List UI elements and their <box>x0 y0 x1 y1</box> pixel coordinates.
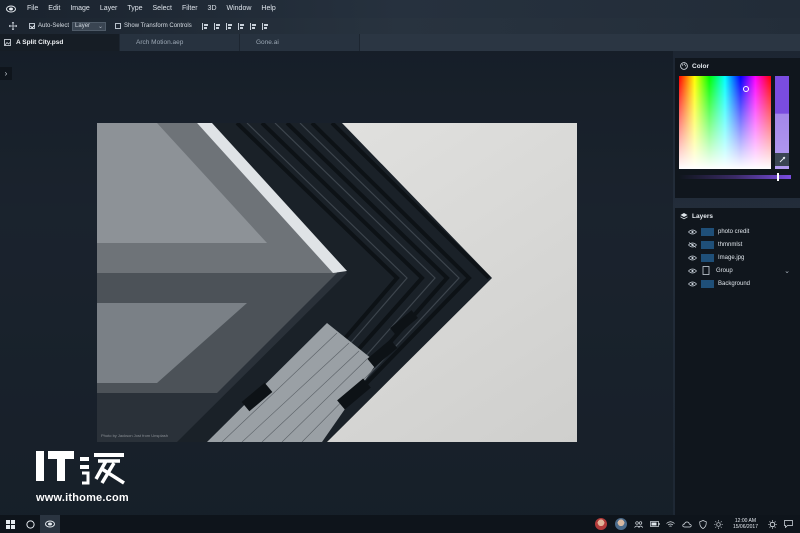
system-clock[interactable]: 12:00 AM 15/06/2017 <box>727 518 764 530</box>
clock-date: 15/06/2017 <box>732 524 758 530</box>
layer-name: thmnmlst <box>718 241 743 248</box>
document-image[interactable] <box>97 123 577 442</box>
color-slider-thumb[interactable] <box>777 173 779 181</box>
align-center-icon[interactable] <box>213 22 220 30</box>
layer-thumbnail <box>701 240 714 249</box>
layers-panel: Layers photo credit thmnmlst Image.jpg G… <box>675 208 800 515</box>
move-tool-icon[interactable] <box>9 22 17 30</box>
menu-type[interactable]: Type <box>122 0 147 18</box>
show-transform-option[interactable]: Show Transform Controls <box>115 23 192 29</box>
eye-icon[interactable] <box>687 254 697 261</box>
avatar[interactable] <box>594 518 607 530</box>
photoshop-taskbar-icon[interactable] <box>40 515 60 533</box>
eyedropper-icon[interactable] <box>775 153 789 166</box>
photoshop-document-icon <box>4 39 11 46</box>
shield-icon[interactable] <box>695 515 711 533</box>
menu-filter[interactable]: Filter <box>177 0 203 18</box>
avatar[interactable] <box>614 518 627 530</box>
brightness-icon[interactable] <box>711 515 727 533</box>
cortana-icon[interactable] <box>20 515 40 533</box>
menu-bar: File Edit Image Layer Type Select Filter… <box>0 0 800 18</box>
document-tab-bar: A Split City.psd Arch Motion.aep Gone.ai <box>0 34 800 51</box>
color-slider[interactable] <box>679 175 791 179</box>
layer-row[interactable]: photo credit <box>675 225 800 238</box>
auto-select-option[interactable]: Auto-Select <box>29 23 69 29</box>
layers-panel-title: Layers <box>680 212 713 220</box>
menu-layer[interactable]: Layer <box>95 0 123 18</box>
tab-label: Gone.ai <box>256 39 279 46</box>
align-middle-icon[interactable] <box>249 22 256 30</box>
eye-off-icon[interactable] <box>687 241 697 248</box>
layer-name: Background <box>718 280 751 287</box>
align-top-icon[interactable] <box>237 22 244 30</box>
photo-credit-text: Photo by Jackson Jost from Unsplash <box>101 433 168 438</box>
layer-thumbnail <box>701 253 714 262</box>
settings-gear-icon[interactable] <box>764 515 780 533</box>
expand-panel-chevron-icon[interactable]: › <box>0 67 12 80</box>
tab-gone[interactable]: Gone.ai <box>240 34 360 51</box>
menu-help[interactable]: Help <box>256 0 280 18</box>
menu-3d[interactable]: 3D <box>203 0 222 18</box>
color-panel-label: Color <box>692 62 709 70</box>
palette-icon <box>680 62 688 70</box>
action-center-icon[interactable] <box>780 515 796 533</box>
app-logo-icon[interactable] <box>0 0 22 18</box>
people-icon[interactable] <box>631 515 647 533</box>
align-right-icon[interactable] <box>225 22 232 30</box>
eye-icon[interactable] <box>687 280 697 287</box>
target-select-value: Layer <box>75 23 91 29</box>
layer-row-group[interactable]: Group ⌄ <box>675 264 800 277</box>
tab-label: A Split City.psd <box>16 39 64 46</box>
layer-name: photo credit <box>718 228 750 235</box>
menu-image[interactable]: Image <box>65 0 94 18</box>
target-select[interactable]: Layer ⌄ <box>72 21 107 31</box>
auto-select-checkbox[interactable] <box>29 23 35 29</box>
tab-label: Arch Motion.aep <box>136 39 184 46</box>
menu-file[interactable]: File <box>22 0 43 18</box>
tab-arch-motion[interactable]: Arch Motion.aep <box>120 34 240 51</box>
layer-name: Group <box>716 267 733 274</box>
layer-thumbnail <box>701 227 714 236</box>
color-picker-handle[interactable] <box>743 86 749 92</box>
options-bar: Auto-Select Layer ⌄ Show Transform Contr… <box>0 18 800 34</box>
eye-icon[interactable] <box>687 267 697 274</box>
align-left-icon[interactable] <box>201 22 208 30</box>
color-spectrum-field[interactable] <box>679 76 771 169</box>
menu-select[interactable]: Select <box>148 0 177 18</box>
menu-edit[interactable]: Edit <box>43 0 65 18</box>
windows-start-icon[interactable] <box>0 515 20 533</box>
menu-window[interactable]: Window <box>222 0 257 18</box>
layer-row[interactable]: Image.jpg <box>675 251 800 264</box>
color-panel-title: Color <box>680 62 709 70</box>
wifi-icon[interactable] <box>663 515 679 533</box>
layer-row[interactable]: Background <box>675 277 800 290</box>
layer-thumbnail <box>701 279 714 288</box>
layer-row[interactable]: thmnmlst <box>675 238 800 251</box>
watermark-url: www.ithome.com <box>36 492 129 504</box>
eye-icon[interactable] <box>687 228 697 235</box>
chevron-down-icon: ⌄ <box>98 23 104 30</box>
cloud-icon[interactable] <box>679 515 695 533</box>
color-panel: Color <box>675 58 800 198</box>
tab-bar-empty-area <box>360 34 800 51</box>
layers-icon <box>680 212 688 220</box>
layers-panel-label: Layers <box>692 212 713 220</box>
align-bottom-icon[interactable] <box>261 22 268 30</box>
chevron-down-icon[interactable]: ⌄ <box>784 267 790 275</box>
show-transform-label: Show Transform Controls <box>124 23 192 29</box>
tab-a-split-city[interactable]: A Split City.psd <box>0 34 120 51</box>
battery-icon[interactable] <box>647 515 663 533</box>
show-transform-checkbox[interactable] <box>115 23 122 29</box>
windows-taskbar: 12:00 AM 15/06/2017 <box>0 515 800 533</box>
layer-name: Image.jpg <box>718 254 745 261</box>
architecture-photo <box>97 123 577 442</box>
auto-select-label: Auto-Select <box>38 23 70 29</box>
folder-icon <box>701 266 710 275</box>
